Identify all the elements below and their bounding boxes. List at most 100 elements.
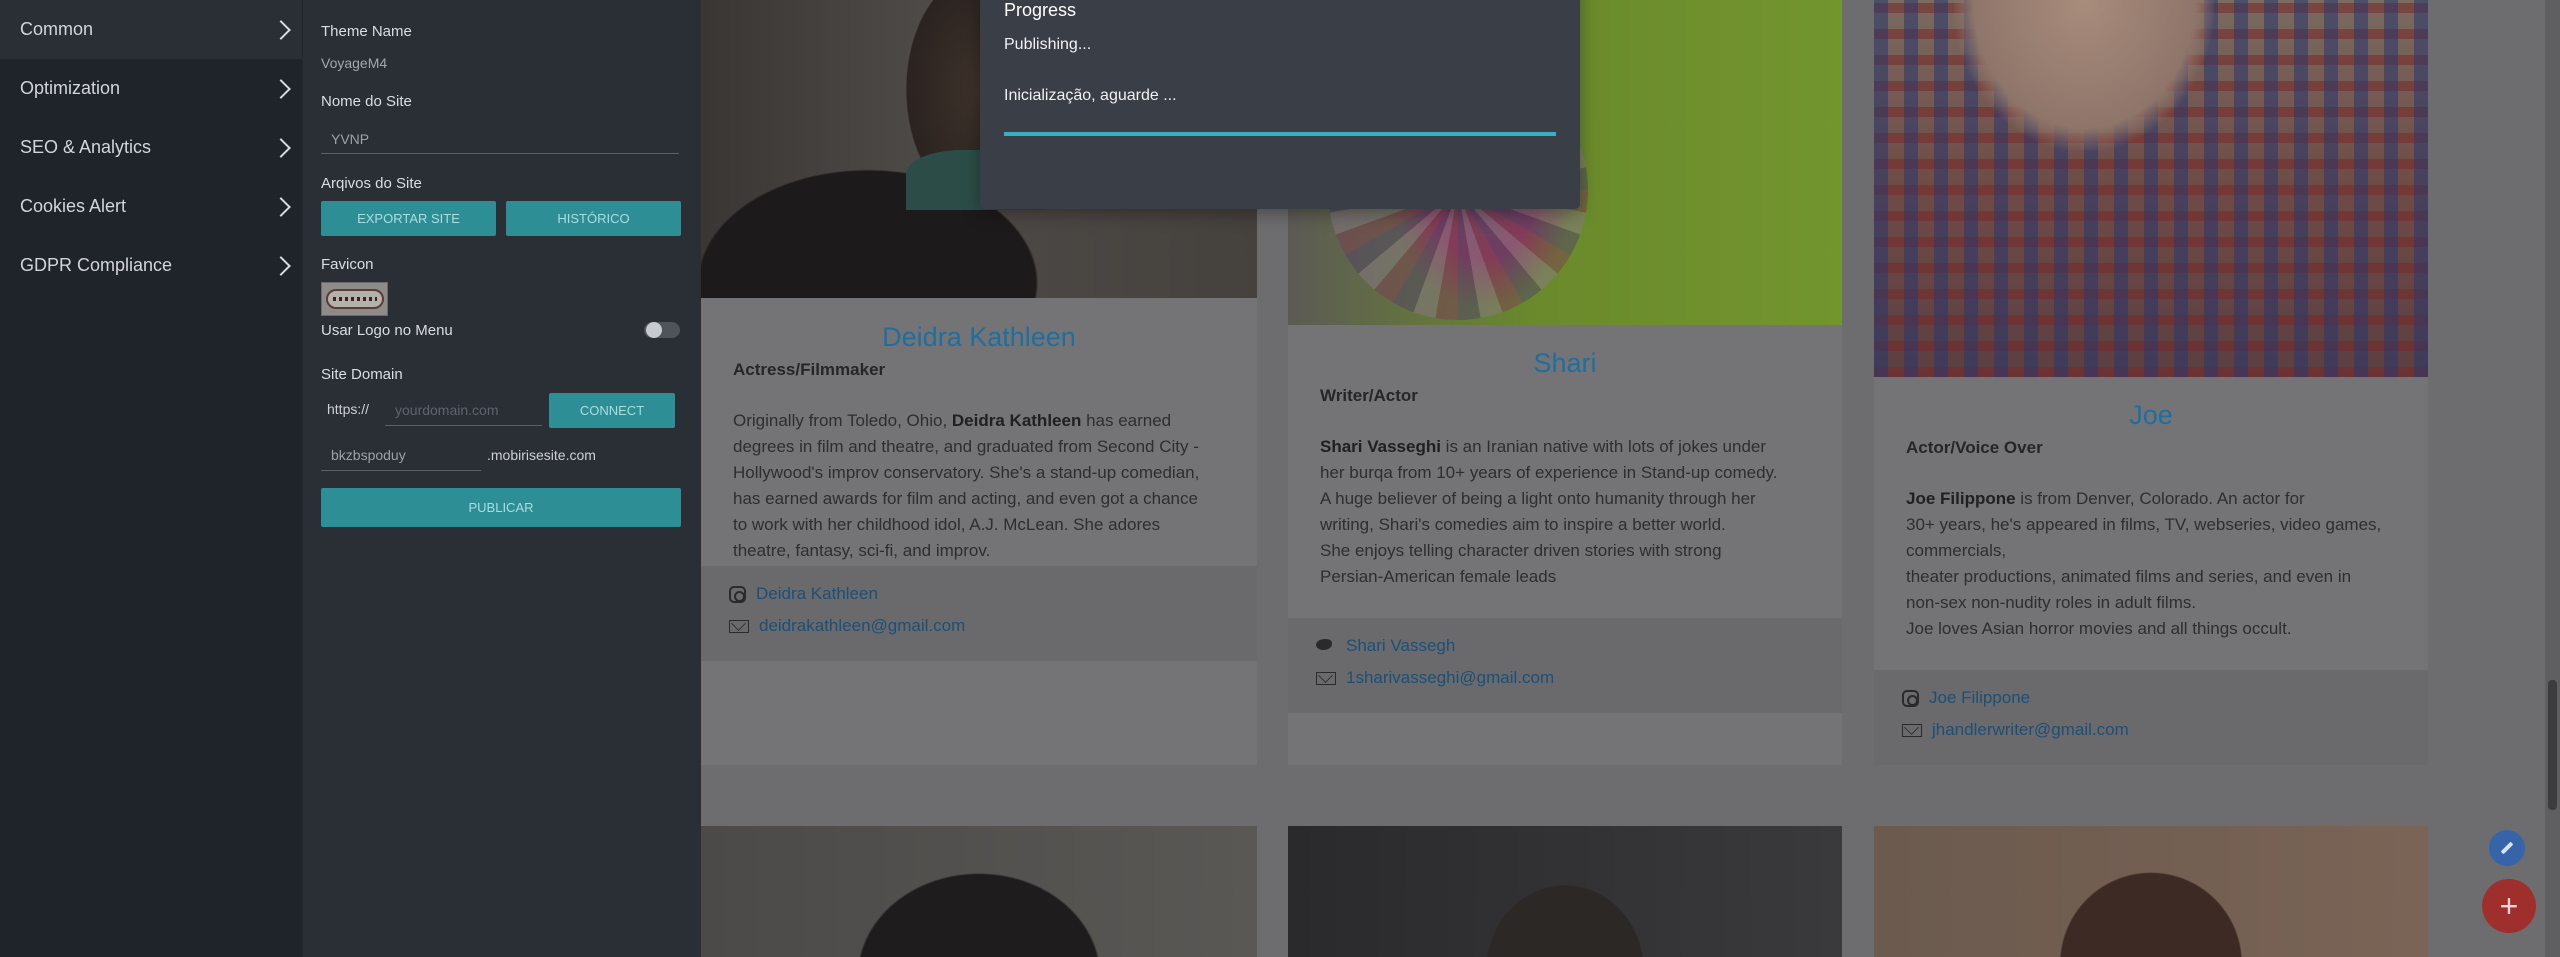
bio-text: theater productions, animated films and …: [1906, 567, 2352, 586]
nav-item-gdpr-compliance[interactable]: GDPR Compliance: [0, 236, 302, 295]
nav-item-label: Cookies Alert: [20, 196, 127, 216]
nav-item-label: Optimization: [20, 78, 121, 98]
bio-text: Joe loves Asian horror movies and all th…: [1906, 619, 2292, 638]
theme-name-value: VoyageM4: [321, 55, 388, 71]
twitter-icon: [1316, 637, 1336, 655]
progress-dialog: Progress Publishing... Inicialização, ag…: [980, 0, 1580, 209]
link-text: Deidra Kathleen: [756, 584, 878, 603]
toggle-knob: [646, 322, 662, 338]
instagram-link[interactable]: Deidra Kathleen: [729, 584, 878, 604]
mail-icon: [1316, 671, 1336, 685]
site-name-label: Nome do Site: [321, 93, 412, 110]
domain-input[interactable]: yourdomain.com: [385, 394, 542, 426]
progress-bar: [1004, 132, 1556, 136]
bio-text: has earned awards for film and acting, a…: [733, 489, 1198, 508]
member-name: Shari: [1533, 348, 1597, 378]
member-role: Writer/Actor: [1320, 386, 1418, 405]
logo-menu-toggle[interactable]: [644, 322, 680, 338]
member-bio: Joe Filippone is from Denver, Colorado. …: [1906, 486, 2406, 642]
dialog-status: Publishing...: [1004, 36, 1092, 53]
team-card-joe: Joe Actor/Voice Over Joe Filippone is fr…: [1874, 0, 2428, 765]
twitter-link[interactable]: Shari Vassegh: [1316, 636, 1455, 656]
member-links: Deidra Kathleen deidrakathleen@gmail.com: [701, 566, 1257, 661]
favicon-image: [325, 289, 384, 309]
bio-text: She enjoys telling character driven stor…: [1320, 541, 1722, 560]
bio-text: non-sex non-nudity roles in adult films.: [1906, 593, 2197, 612]
publish-button[interactable]: PUBLICAR: [321, 488, 681, 527]
domain-placeholder: yourdomain.com: [395, 401, 499, 418]
site-name-input[interactable]: YVNP: [321, 124, 679, 154]
email-link[interactable]: deidrakathleen@gmail.com: [729, 616, 965, 636]
bio-text: is an Iranian native with lots of jokes …: [1440, 437, 1767, 456]
member-links: Shari Vassegh 1sharivasseghi@gmail.com: [1288, 618, 1842, 713]
bio-bold-name: Shari Vasseghi: [1320, 437, 1441, 456]
instagram-icon: [729, 585, 746, 603]
site-name-value: YVNP: [331, 130, 370, 147]
mail-icon: [729, 619, 749, 633]
edit-pencil-icon[interactable]: [2489, 830, 2525, 866]
bio-text: writing, Shari's comedies aim to inspire…: [1320, 515, 1726, 534]
link-text: 1sharivasseghi@gmail.com: [1346, 668, 1555, 687]
settings-nav: Common Optimization SEO & Analytics Cook…: [0, 0, 302, 957]
site-domain-label: Site Domain: [321, 366, 403, 383]
subdomain-suffix: .mobirisesite.com: [487, 447, 596, 463]
nav-item-label: Common: [20, 19, 94, 39]
chevron-right-icon: [271, 137, 291, 158]
nav-item-common[interactable]: Common: [0, 0, 302, 59]
link-text: Joe Filippone: [1929, 688, 2031, 707]
page-scrollbar[interactable]: [2545, 0, 2560, 957]
bio-text: Persian-American female leads: [1320, 567, 1557, 586]
bio-text: 30+ years, he's appeared in films, TV, w…: [1906, 515, 2382, 534]
site-files-label: Arqivos do Site: [321, 175, 422, 192]
bio-text: to work with her childhood idol, A.J. Mc…: [733, 515, 1161, 534]
chevron-right-icon: [271, 19, 291, 40]
profile-photo-next-2: [1288, 826, 1842, 957]
history-button[interactable]: HISTÓRICO: [506, 201, 681, 236]
email-link[interactable]: jhandlerwriter@gmail.com: [1902, 720, 2129, 740]
favicon-label: Favicon: [321, 256, 374, 273]
nav-item-label: GDPR Compliance: [20, 255, 173, 275]
member-role: Actor/Voice Over: [1906, 438, 2043, 457]
bio-bold-name: Joe Filippone: [1906, 489, 2016, 508]
member-role: Actress/Filmmaker: [733, 360, 886, 379]
mail-icon: [1902, 723, 1922, 737]
nav-item-cookies-alert[interactable]: Cookies Alert: [0, 177, 302, 236]
common-settings-panel: Theme Name VoyageM4 Nome do Site YVNP Ar…: [302, 0, 701, 957]
export-site-button[interactable]: EXPORTAR SITE: [321, 201, 496, 236]
subdomain-input[interactable]: bkzbspoduy: [321, 439, 481, 471]
bio-text: degrees in film and theatre, and graduat…: [733, 437, 1199, 456]
dialog-title: Progress: [1004, 0, 1077, 20]
profile-photo-next-3: [1874, 826, 2428, 957]
logo-menu-label: Usar Logo no Menu: [321, 322, 453, 339]
scrollbar-thumb[interactable]: [2548, 680, 2557, 810]
favicon-thumbnail[interactable]: [321, 282, 388, 316]
bio-text: Hollywood's improv conservatory. She's a…: [733, 463, 1200, 482]
dialog-message: Inicialização, aguarde ...: [1004, 87, 1177, 104]
bio-text: commercials,: [1906, 541, 2007, 560]
link-text: jhandlerwriter@gmail.com: [1932, 720, 2129, 739]
bio-text: has earned: [1081, 411, 1172, 430]
bio-bold-name: Deidra Kathleen: [951, 411, 1082, 430]
member-bio: Originally from Toledo, Ohio, Deidra Kat…: [733, 408, 1233, 564]
add-block-button[interactable]: +: [2482, 879, 2536, 933]
bio-text: is from Denver, Colorado. An actor for: [2015, 489, 2305, 508]
instagram-link[interactable]: Joe Filippone: [1902, 688, 2030, 708]
connect-button[interactable]: CONNECT: [549, 393, 675, 428]
profile-photo: [1874, 0, 2428, 377]
nav-item-seo-analytics[interactable]: SEO & Analytics: [0, 118, 302, 177]
nav-item-optimization[interactable]: Optimization: [0, 59, 302, 118]
bio-text: theatre, fantasy, sci-fi, and improv.: [733, 541, 991, 560]
nav-item-label: SEO & Analytics: [20, 137, 152, 157]
domain-prefix: https://: [327, 401, 370, 417]
theme-name-label: Theme Name: [321, 23, 412, 40]
member-bio: Shari Vasseghi is an Iranian native with…: [1320, 434, 1820, 590]
chevron-right-icon: [271, 255, 291, 276]
profile-photo-next-1: [701, 826, 1257, 957]
chevron-right-icon: [271, 78, 291, 99]
plus-icon: +: [2499, 887, 2519, 924]
bio-text: A huge believer of being a light onto hu…: [1320, 489, 1756, 508]
email-link[interactable]: 1sharivasseghi@gmail.com: [1316, 668, 1554, 688]
instagram-icon: [1902, 689, 1919, 707]
chevron-right-icon: [271, 196, 291, 217]
progress-bar-fill: [1004, 132, 1556, 136]
